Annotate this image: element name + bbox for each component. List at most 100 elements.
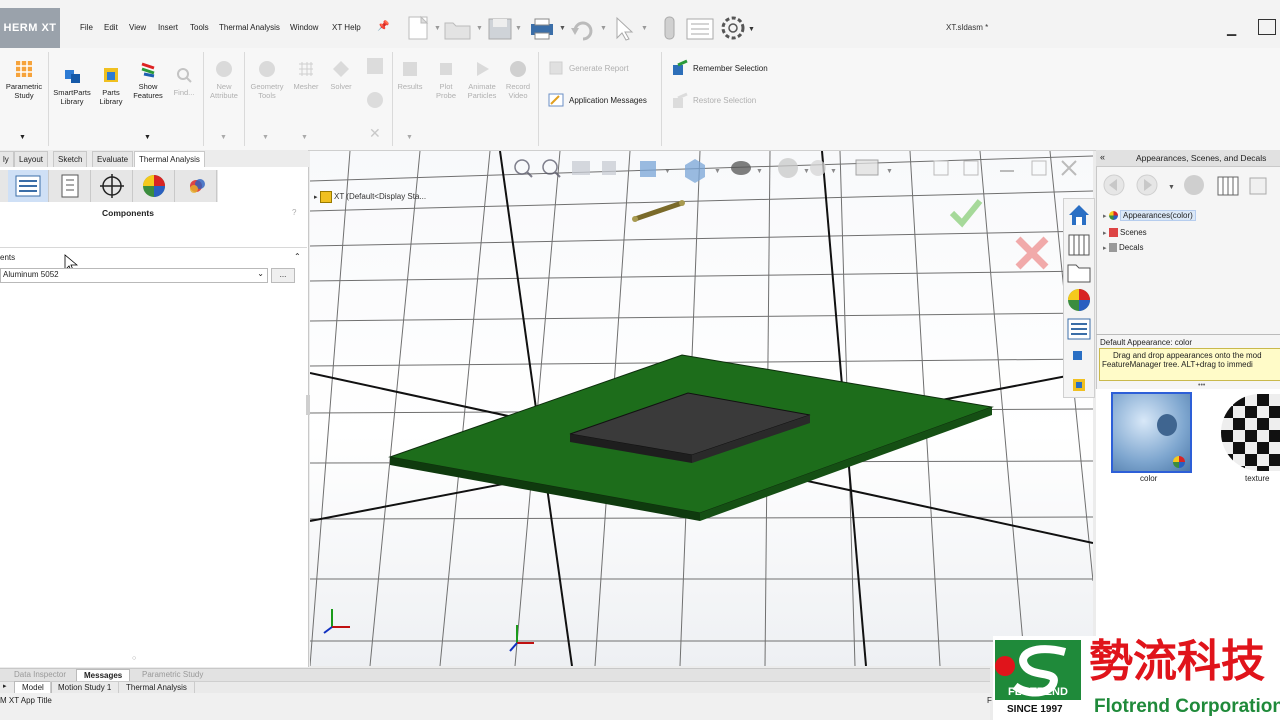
material-select[interactable]: Aluminum 5052 ⌄ (0, 268, 268, 283)
parts-library-button[interactable]: Parts Library (95, 66, 127, 106)
floating-part-icon[interactable] (632, 200, 685, 222)
minimize-window-icon[interactable]: ▁ (1227, 22, 1236, 36)
new-attribute-button[interactable]: New Attribute (206, 60, 242, 100)
save-icon[interactable]: ▼ (488, 18, 522, 40)
more-button[interactable]: ... (271, 268, 295, 283)
chevron-down-icon[interactable]: ▼ (262, 134, 269, 141)
open-folder-icon[interactable]: ▼ (444, 22, 483, 40)
plot-probe-button[interactable]: Plot Probe (430, 60, 462, 100)
chevron-down-icon[interactable]: ⌄ (257, 269, 264, 278)
edit-appearance-icon[interactable]: ▼ (778, 158, 810, 178)
tree-item-decals[interactable]: ▸ Decals (1103, 243, 1143, 253)
tree-item-appearances[interactable]: ▸ Appearances(color) (1103, 210, 1196, 221)
options-gear-icon[interactable]: ▼ (721, 16, 755, 40)
cancel-x-icon[interactable] (1015, 236, 1049, 270)
mesher-button[interactable]: Mesher (290, 60, 322, 91)
smartparts-library-button[interactable]: SmartParts Library (51, 66, 93, 106)
solver-monitor-icon[interactable] (367, 92, 383, 108)
menu-tools[interactable]: Tools (190, 23, 209, 32)
graphics-viewport[interactable]: ▼ ▼ ▼ ▼ ▼ ▼ ▸ XT (Default<Display Sta... (310, 151, 1093, 666)
chevron-down-icon[interactable]: ▼ (220, 134, 227, 141)
hide-show-items-icon[interactable]: ▼ (731, 161, 763, 175)
menu-file[interactable]: File (80, 23, 93, 32)
section-header[interactable]: ents (0, 253, 15, 262)
generate-report-button[interactable]: Generate Report (569, 64, 629, 73)
splitter-handle[interactable]: ••• (1198, 382, 1205, 389)
collapse-section-icon[interactable]: ⌃ (294, 252, 301, 261)
print-icon[interactable]: ▼ (531, 18, 566, 40)
tab-configuration-manager[interactable] (92, 170, 133, 202)
help-icon[interactable]: ? (292, 208, 296, 217)
tab-layout[interactable]: Layout (14, 151, 49, 167)
restore-selection-button[interactable]: Restore Selection (693, 96, 756, 105)
menu-edit[interactable]: Edit (104, 23, 118, 32)
stop-solver-icon[interactable]: ✕ (369, 125, 381, 141)
file-explorer-icon[interactable] (1067, 264, 1091, 283)
tab-thermal-analysis[interactable]: Thermal Analysis (134, 151, 205, 167)
resources-home-icon[interactable] (1069, 205, 1089, 225)
scroll-tabs-icon[interactable]: ▸ (3, 682, 7, 690)
xt-library-icon[interactable] (1073, 379, 1085, 391)
solver-options-icon[interactable] (367, 58, 383, 74)
find-button[interactable]: Find... (170, 66, 198, 97)
chevron-down-icon[interactable]: ▼ (406, 134, 413, 141)
collapse-pane-icon[interactable]: « (1100, 152, 1105, 162)
tab-evaluate[interactable]: Evaluate (92, 151, 134, 167)
chevron-down-icon[interactable]: ▼ (301, 134, 308, 141)
display-style-icon[interactable]: ▼ (685, 159, 721, 183)
chevron-down-icon[interactable]: ▼ (144, 134, 151, 141)
tree-expand-icon[interactable]: ▸ (1103, 230, 1107, 237)
history-dropdown-icon[interactable]: ▼ (1168, 184, 1175, 191)
add-folder-icon[interactable] (1217, 176, 1239, 196)
maximize-window-icon[interactable] (1258, 19, 1276, 35)
select-arrow-icon[interactable]: ▼ (616, 16, 648, 41)
undo-icon[interactable]: ▼ (571, 21, 607, 41)
xt-task-icon[interactable] (1073, 351, 1082, 360)
tree-fly-out-item[interactable]: ▸ XT (Default<Display Sta... (314, 191, 426, 203)
tab-assembly[interactable]: ly (0, 151, 14, 167)
forward-icon[interactable] (1136, 174, 1158, 196)
tab-feature-manager[interactable] (8, 170, 49, 202)
previous-view-icon[interactable] (572, 161, 590, 175)
tab-property-manager[interactable] (50, 170, 91, 202)
animate-particles-button[interactable]: Animate Particles (464, 60, 500, 100)
menu-insert[interactable]: Insert (158, 23, 178, 32)
tab-xt-manager[interactable] (176, 170, 217, 202)
confirm-check-icon[interactable] (949, 199, 983, 228)
parametric-study-button[interactable]: Parametric Study (3, 60, 45, 100)
tab-data-inspector[interactable]: Data Inspector (7, 669, 73, 681)
show-features-button[interactable]: Show Features (130, 60, 166, 100)
viewport-maximize-icon[interactable] (1031, 160, 1047, 176)
design-library-icon[interactable] (1068, 234, 1090, 256)
view-orientation-icon[interactable]: ▼ (640, 161, 671, 177)
chevron-down-icon[interactable]: ▼ (19, 134, 26, 141)
section-view-icon[interactable] (602, 161, 616, 175)
viewport-tile-icon[interactable] (963, 160, 979, 176)
menu-thermal-analysis[interactable]: Thermal Analysis (219, 23, 280, 32)
appearances-tab-icon[interactable] (1068, 289, 1090, 311)
results-button[interactable]: Results (394, 60, 426, 91)
tree-expand-icon[interactable]: ▸ (1103, 213, 1107, 220)
pin-icon[interactable]: 📌 (377, 21, 389, 32)
tree-item-scenes[interactable]: ▸ Scenes (1103, 228, 1147, 238)
file-properties-icon[interactable] (686, 18, 714, 40)
viewport-restore-icon[interactable] (933, 160, 949, 176)
tree-expand-icon[interactable]: ▸ (1103, 245, 1107, 252)
back-icon[interactable] (1103, 174, 1125, 196)
apply-scene-icon[interactable]: ▼ (810, 160, 837, 176)
tree-expand-icon[interactable]: ▸ (314, 194, 318, 201)
viewport-close-icon[interactable] (1061, 160, 1077, 176)
tab-display-manager[interactable] (134, 170, 175, 202)
new-document-icon[interactable]: ▼ (408, 15, 441, 40)
menu-window[interactable]: Window (290, 23, 318, 32)
search-icon[interactable] (1249, 177, 1267, 195)
record-video-button[interactable]: Record Video (502, 60, 534, 100)
solver-button[interactable]: Solver (325, 60, 357, 91)
application-messages-button[interactable]: Application Messages (569, 96, 647, 105)
swatch-color[interactable] (1111, 392, 1192, 473)
menu-view[interactable]: View (129, 23, 146, 32)
panel-resize-handle[interactable]: ○ (132, 655, 136, 662)
traffic-light-icon[interactable] (664, 16, 675, 40)
custom-properties-icon[interactable] (1067, 318, 1091, 340)
geometry-tools-button[interactable]: Geometry Tools (247, 60, 287, 100)
